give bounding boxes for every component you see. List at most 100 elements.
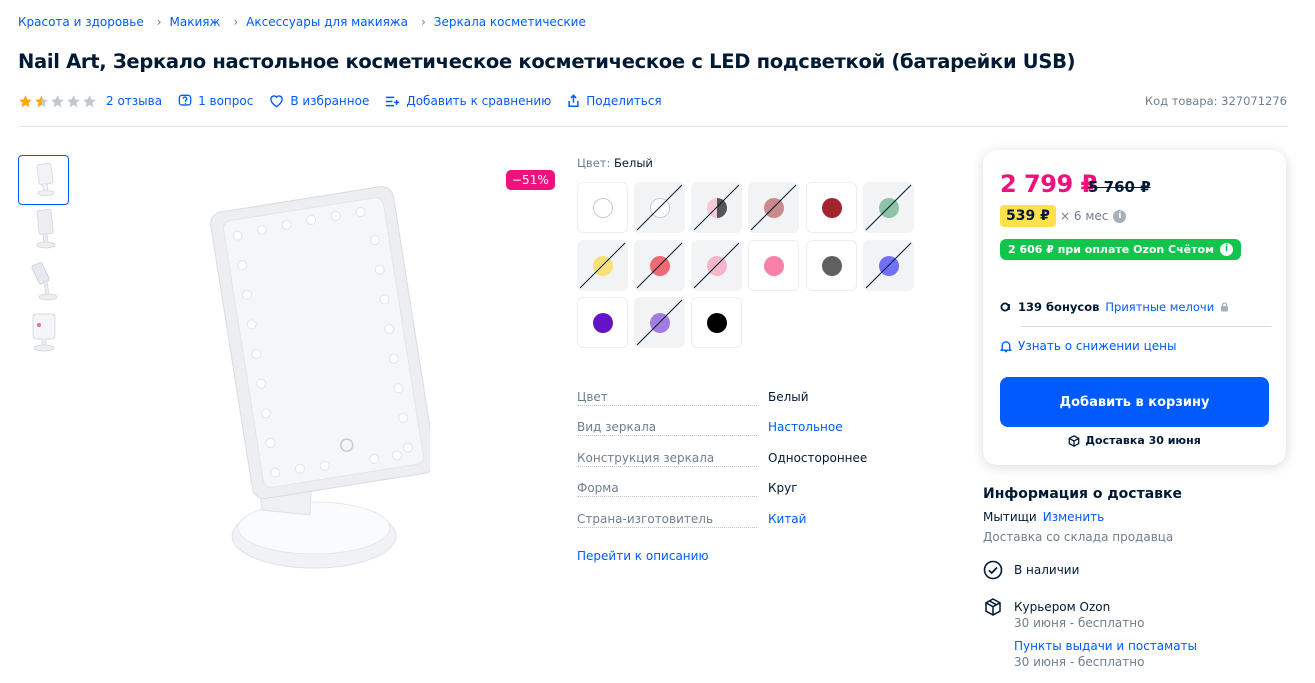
spec-value: Белый bbox=[768, 390, 809, 404]
spec-key: Конструкция зеркала bbox=[577, 451, 717, 465]
bell-icon bbox=[1000, 340, 1012, 352]
reviews-label: 2 отзыва bbox=[106, 94, 163, 108]
delivery-date: Доставка 30 июня bbox=[983, 434, 1286, 447]
color-swatch[interactable] bbox=[634, 240, 685, 291]
unavailable-strike-icon bbox=[636, 299, 683, 346]
questions-label: 1 вопрос bbox=[198, 94, 254, 108]
led-mirror-image bbox=[210, 186, 436, 569]
spec-row: Цвет Белый bbox=[577, 390, 957, 410]
color-swatch[interactable] bbox=[577, 182, 628, 233]
spec-dotted-leader bbox=[577, 405, 757, 406]
question-icon bbox=[178, 94, 192, 106]
in-stock-row: В наличии bbox=[983, 560, 1183, 582]
unavailable-strike-icon bbox=[750, 184, 797, 231]
ozon-card-price-badge[interactable]: 2 606 ₽ при оплате Ozon Счётом i bbox=[1000, 239, 1242, 260]
delivery-date-label: Доставка 30 июня bbox=[1085, 434, 1201, 447]
breadcrumb: Красота и здоровье › Макияж › Аксессуары… bbox=[18, 15, 586, 29]
color-swatch[interactable] bbox=[863, 182, 914, 233]
breadcrumb-item[interactable]: Зеркала косметические bbox=[434, 15, 586, 29]
color-swatch[interactable] bbox=[577, 240, 628, 291]
product-code[interactable]: Код товара: 327071276 bbox=[1145, 94, 1287, 108]
buy-card: 2 799 ₽ 5 760 ₽ 539 ₽ × 6 мес i 2 606 ₽ п… bbox=[983, 150, 1286, 465]
color-swatch[interactable] bbox=[634, 182, 685, 233]
spec-value: Одностороннее bbox=[768, 451, 868, 465]
color-label: Цвет: Белый bbox=[577, 156, 653, 170]
spec-value[interactable]: Китай bbox=[768, 512, 806, 526]
thumbnail-1[interactable] bbox=[18, 155, 69, 205]
installment-price[interactable]: 539 ₽ bbox=[1000, 205, 1056, 227]
breadcrumb-item[interactable]: Макияж bbox=[170, 15, 221, 29]
old-price: 5 760 ₽ bbox=[1088, 178, 1151, 196]
spec-dotted-leader bbox=[577, 527, 757, 528]
color-label-key: Цвет: bbox=[577, 156, 611, 170]
compare-icon bbox=[386, 96, 400, 106]
mirror-thumbnail-image bbox=[30, 261, 57, 301]
star-empty-icon bbox=[67, 94, 80, 107]
spec-key: Цвет bbox=[577, 390, 610, 404]
bonus-icon bbox=[1000, 302, 1010, 312]
chevron-right-icon: › bbox=[233, 15, 239, 29]
delivery-info-title: Информация о доставке bbox=[983, 486, 1182, 502]
questions-link[interactable]: 1 вопрос bbox=[178, 94, 253, 108]
share-icon bbox=[568, 94, 579, 107]
spec-value[interactable]: Настольное bbox=[768, 420, 843, 434]
bonus-row: 139 бонусов Приятные мелочи bbox=[1000, 300, 1229, 314]
thumbnail-4[interactable] bbox=[18, 306, 69, 356]
pickup-points-link[interactable]: Пункты выдачи и постаматы bbox=[1014, 639, 1197, 653]
price-drop-notify-link[interactable]: Узнать о снижении цены bbox=[1000, 339, 1177, 353]
discount-badge: −51% bbox=[506, 170, 555, 190]
color-swatch[interactable] bbox=[806, 240, 857, 291]
color-dot bbox=[592, 312, 613, 333]
color-swatch[interactable] bbox=[691, 297, 742, 348]
thumbnail-2[interactable] bbox=[18, 204, 69, 254]
compare-label: Добавить к сравнению bbox=[406, 94, 552, 108]
info-icon[interactable]: i bbox=[1113, 209, 1127, 223]
color-swatch[interactable] bbox=[634, 297, 685, 348]
color-dot bbox=[821, 255, 842, 276]
change-city-link[interactable]: Изменить bbox=[1043, 510, 1105, 524]
divider bbox=[1021, 326, 1271, 327]
favorite-button[interactable]: В избранное bbox=[269, 94, 369, 108]
info-icon[interactable]: i bbox=[1220, 243, 1234, 256]
color-swatch[interactable] bbox=[748, 182, 799, 233]
add-to-cart-button[interactable]: Добавить в корзину bbox=[1000, 377, 1269, 427]
breadcrumb-item[interactable]: Аксессуары для макияжа bbox=[246, 15, 408, 29]
delivery-city-name: Мытищи bbox=[983, 510, 1037, 524]
thumbnail-3[interactable] bbox=[18, 256, 69, 306]
mirror-thumbnail-image bbox=[32, 313, 55, 352]
star-empty-icon bbox=[83, 94, 96, 107]
check-circle-icon bbox=[983, 560, 1003, 580]
unavailable-strike-icon bbox=[865, 242, 912, 289]
current-price: 2 799 ₽ bbox=[1000, 170, 1097, 198]
chevron-right-icon: › bbox=[156, 15, 162, 29]
compare-button[interactable]: Добавить к сравнению bbox=[385, 94, 551, 108]
color-swatch[interactable] bbox=[577, 297, 628, 348]
product-main-image[interactable] bbox=[200, 180, 436, 575]
divider bbox=[18, 126, 1288, 127]
pickup-date: 30 июня - бесплатно bbox=[1014, 655, 1145, 669]
color-swatch[interactable] bbox=[748, 240, 799, 291]
color-swatch[interactable] bbox=[691, 182, 742, 233]
spec-dotted-leader bbox=[577, 496, 757, 497]
share-button[interactable]: Поделиться bbox=[567, 94, 662, 108]
reviews-link[interactable]: 2 отзыва bbox=[106, 94, 162, 108]
courier-label: Курьером Ozon bbox=[1014, 600, 1111, 614]
rating-stars[interactable] bbox=[18, 94, 97, 109]
color-swatch[interactable] bbox=[806, 182, 857, 233]
spec-dotted-leader bbox=[577, 435, 757, 436]
price-drop-notify-label: Узнать о снижении цены bbox=[1018, 339, 1177, 353]
color-dot bbox=[821, 197, 842, 218]
package-icon bbox=[985, 598, 1001, 616]
color-swatch[interactable] bbox=[691, 240, 742, 291]
color-swatch[interactable] bbox=[863, 240, 914, 291]
star-empty-icon bbox=[51, 94, 64, 107]
installment-term-label: × 6 мес bbox=[1060, 209, 1109, 223]
go-to-description-link[interactable]: Перейти к описанию bbox=[577, 549, 709, 563]
bonus-program-link[interactable]: Приятные мелочи bbox=[1105, 300, 1214, 314]
in-stock-label: В наличии bbox=[1014, 563, 1080, 577]
spec-key: Форма bbox=[577, 481, 621, 495]
unavailable-strike-icon bbox=[693, 242, 740, 289]
breadcrumb-item[interactable]: Красота и здоровье bbox=[18, 15, 144, 29]
delivery-warehouse: Доставка со склада продавца bbox=[983, 530, 1174, 544]
favorite-label: В избранное bbox=[290, 94, 370, 108]
